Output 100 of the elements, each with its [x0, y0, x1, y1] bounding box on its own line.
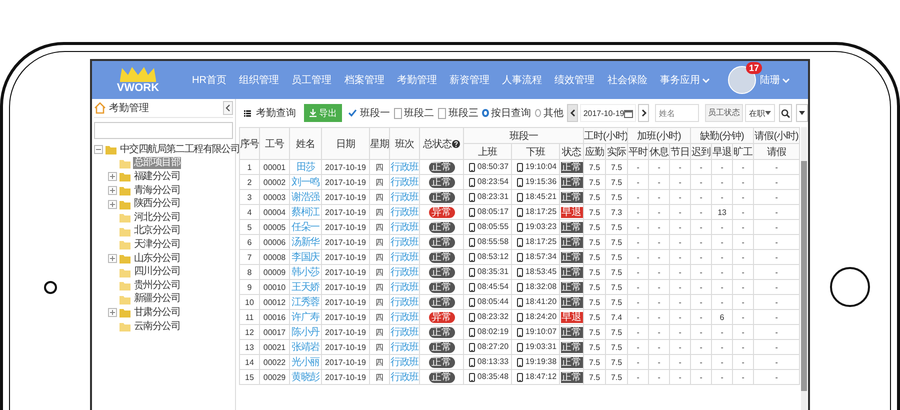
tree-item[interactable]: 新疆分公司	[133, 293, 182, 306]
expand-icon[interactable]	[108, 200, 117, 209]
phone-icon	[517, 328, 524, 337]
collapse-icon[interactable]	[94, 145, 103, 154]
nav-link[interactable]: 员工管理	[292, 73, 332, 87]
table-cell: -	[754, 354, 800, 370]
phone-icon	[469, 372, 476, 382]
nav-link[interactable]: 薪资管理	[450, 73, 490, 87]
status-select[interactable]: 在职	[745, 104, 776, 122]
table-cell: 2017-10-19	[322, 340, 370, 354]
status-tag: 正常	[560, 356, 582, 368]
next-button[interactable]	[638, 104, 650, 122]
radio-button[interactable]	[535, 109, 542, 117]
table-cell: 2017-10-19	[322, 160, 370, 174]
column-header: 上班	[464, 144, 512, 160]
column-header: 状态	[560, 144, 584, 160]
table-cell: 7.3	[606, 204, 628, 220]
nav-link[interactable]: 社会保险	[607, 73, 648, 87]
expand-icon[interactable]	[108, 254, 117, 264]
column-header: 班次	[390, 128, 420, 160]
date-field[interactable]: 2017-10-19	[580, 104, 636, 122]
dropdown-button[interactable]	[796, 104, 808, 122]
export-button[interactable]: 导出	[304, 104, 342, 122]
table-cell: 7.5	[584, 234, 606, 250]
tree-item[interactable]: 河北分公司	[133, 212, 182, 224]
table-cell: 9	[240, 280, 260, 294]
table-cell: -	[628, 370, 649, 384]
status-badge: 正常	[428, 252, 454, 262]
phone-icon	[517, 208, 524, 217]
table-cell: 7.5	[584, 250, 606, 264]
nav-link[interactable]: 事务应用	[660, 73, 710, 87]
table-cell: 00005	[260, 220, 290, 234]
phone-icon	[517, 252, 524, 262]
table-cell: 四	[370, 310, 390, 324]
scrollbar[interactable]	[801, 127, 808, 410]
expand-icon[interactable]	[108, 172, 117, 182]
checkbox-label[interactable]: 班段三	[448, 106, 478, 120]
search-button[interactable]	[779, 104, 792, 122]
nav-link[interactable]: 绩效管理	[554, 73, 595, 87]
tree-item[interactable]: 中交四航局第二工程有限公司	[119, 144, 241, 156]
tree-item[interactable]: 甘肃分公司	[133, 306, 182, 319]
status-badge: 异常	[428, 312, 454, 322]
radio-label[interactable]: 其他	[543, 106, 564, 120]
status-tag: 正常	[560, 176, 582, 188]
tree-item[interactable]: 贵州分公司	[133, 280, 182, 292]
scrollbar-thumb[interactable]	[801, 161, 808, 391]
table-cell: 四	[370, 294, 390, 310]
previous-button[interactable]	[567, 104, 578, 122]
phone-icon	[469, 238, 476, 247]
checkbox-label[interactable]: 班段二	[404, 106, 434, 120]
table-cell: 四	[370, 234, 390, 250]
expand-icon[interactable]	[108, 308, 117, 318]
tree-item[interactable]: 福建分公司	[133, 170, 182, 183]
table-cell: -	[712, 280, 733, 294]
table-cell: 12	[240, 324, 260, 340]
nav-link[interactable]: HR首页	[192, 73, 226, 87]
tree-item[interactable]: 云南分公司	[133, 320, 182, 333]
table-cell: 6	[712, 310, 733, 324]
search-field[interactable]	[94, 122, 233, 139]
table-cell: 四	[370, 174, 390, 190]
nav-link[interactable]: 考勤管理	[396, 73, 437, 87]
tree-item[interactable]: 总部项目部	[133, 157, 182, 170]
column-header: 姓名	[290, 128, 322, 160]
checkbox[interactable]	[438, 108, 446, 118]
table-cell: 00003	[260, 190, 290, 204]
collapse-button[interactable]	[223, 101, 233, 115]
phone-icon	[517, 312, 524, 322]
table-cell: 00029	[260, 370, 290, 384]
nav-link[interactable]: 档案管理	[344, 73, 384, 87]
table-cell: -	[754, 174, 800, 190]
punch-time: 18:45:21	[525, 192, 557, 202]
checkbox-label[interactable]: 班段一	[360, 106, 390, 120]
table-cell: 00009	[260, 264, 290, 280]
column-header: 下班	[512, 144, 560, 160]
tree-item[interactable]: 山东分公司	[133, 252, 182, 265]
table-cell: -	[712, 354, 733, 370]
status-badge: 正常	[428, 356, 454, 368]
table-cell: -	[732, 220, 754, 234]
tree-item[interactable]: 四川分公司	[133, 266, 182, 278]
tree-item[interactable]: 青海分公司	[133, 184, 182, 197]
expand-icon[interactable]	[108, 186, 117, 196]
table-cell: -	[754, 324, 800, 340]
tree-item[interactable]: 天津分公司	[133, 238, 182, 251]
home-button[interactable]	[830, 267, 870, 307]
column-header: 序号	[240, 128, 260, 160]
name-search-field[interactable]: 姓名	[655, 104, 700, 122]
radio-button[interactable]	[482, 109, 490, 117]
punch-time: 18:17:25	[525, 207, 557, 216]
radio-label[interactable]: 按日查询	[491, 106, 532, 120]
table-cell: -	[754, 264, 800, 280]
caret-icon	[782, 76, 790, 84]
tree-item[interactable]: 陕西分公司	[133, 198, 182, 210]
table-cell: -	[732, 370, 754, 384]
nav-link[interactable]: 人事流程	[502, 73, 542, 87]
user-menu[interactable]: 陆珊	[760, 73, 790, 87]
column-header: 缺勤(分钟)	[690, 128, 754, 144]
checkbox[interactable]	[394, 108, 402, 118]
nav-link[interactable]: 组织管理	[239, 73, 280, 87]
tree-item[interactable]: 北京分公司	[133, 225, 182, 238]
phone-icon	[469, 222, 476, 232]
